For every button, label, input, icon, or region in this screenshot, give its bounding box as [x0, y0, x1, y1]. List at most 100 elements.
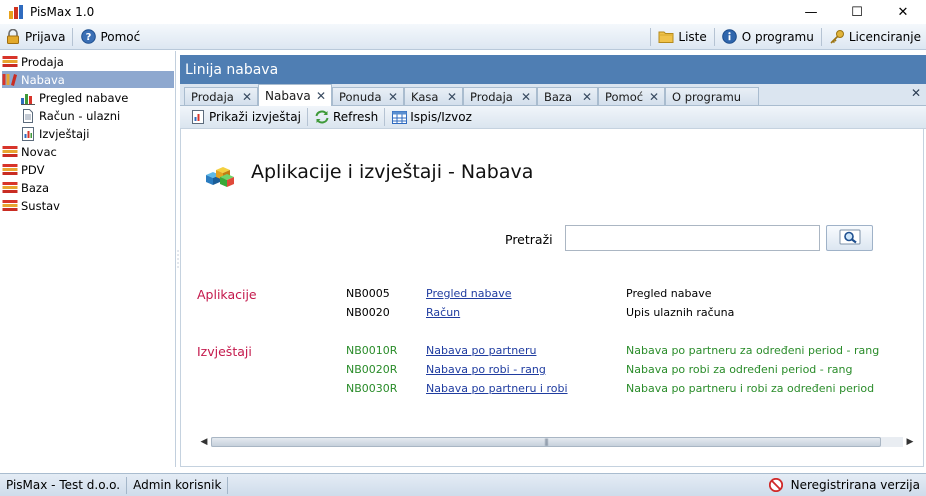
scrollbar-thumb[interactable]: ||| [211, 437, 881, 447]
sidebar-item-baza[interactable]: Baza [2, 179, 174, 196]
window-title: PisMax 1.0 [30, 5, 95, 19]
sidebar-item-novac[interactable]: Novac [2, 143, 174, 160]
toolbar-right-group: Liste O programu Licenciranje [648, 26, 926, 48]
about-button[interactable]: O programu [717, 26, 819, 48]
sidebar-item-sustav[interactable]: Sustav [2, 197, 174, 214]
cubes-icon [205, 163, 235, 187]
tab-prodaja[interactable]: Prodaja ✕ [184, 87, 258, 105]
search-label: Pretraži [505, 232, 553, 247]
sidebar-item-prodaja[interactable]: Prodaja [2, 53, 174, 70]
close-tab-icon[interactable]: ✕ [582, 90, 592, 104]
tab-label: Prodaja [470, 89, 513, 104]
report-link-nabava-po-partneru[interactable]: Nabava po partneru [426, 344, 536, 357]
maximize-button[interactable]: ☐ [834, 0, 880, 24]
sidebar-item-label: Izvještaji [39, 126, 90, 141]
status-company: PisMax - Test d.o.o. [6, 478, 121, 492]
app-link-pregled-nabave[interactable]: Pregled nabave [426, 287, 512, 300]
tab-pomoc[interactable]: Pomoć ✕ [598, 87, 665, 105]
sidebar-item-pdv[interactable]: PDV [2, 161, 174, 178]
sidebar-item-label: Nabava [21, 72, 65, 87]
report-link-nabava-po-robi[interactable]: Nabava po robi - rang [426, 363, 546, 376]
lists-label: Liste [678, 29, 707, 44]
tab-ponuda[interactable]: Ponuda ✕ [332, 87, 404, 105]
scroll-right-arrow-icon[interactable]: ▶ [903, 435, 917, 449]
refresh-label: Refresh [332, 110, 379, 124]
print-export-button[interactable]: Ispis/Izvoz [387, 107, 476, 127]
toolbar-separator [72, 27, 74, 46]
close-button[interactable]: ✕ [880, 0, 926, 24]
tab-label: Kasa [411, 89, 439, 104]
report-code: NB0020R [346, 363, 398, 376]
help-icon: ? [80, 29, 96, 45]
toolbar-separator [306, 108, 308, 126]
tab-label: Baza [544, 89, 573, 104]
no-entry-icon [768, 478, 783, 492]
search-button[interactable] [826, 225, 873, 251]
lists-button[interactable]: Liste [653, 26, 711, 48]
scroll-left-arrow-icon[interactable]: ◀ [197, 435, 211, 449]
tab-prodaja-2[interactable]: Prodaja ✕ [463, 87, 537, 105]
refresh-button[interactable]: Refresh [310, 107, 382, 127]
help-label: Pomoć [100, 29, 141, 44]
close-tab-icon[interactable]: ✕ [447, 90, 457, 104]
search-icon [839, 229, 861, 248]
sidebar-item-izvjestaji[interactable]: Izvještaji [20, 125, 174, 142]
close-tab-icon[interactable]: ✕ [521, 90, 531, 104]
svg-text:?: ? [86, 32, 92, 43]
report-code: NB0010R [346, 344, 398, 357]
report-icon [20, 126, 36, 141]
sidebar-item-label: Novac [21, 144, 57, 159]
registration-label: Neregistrirana verzija [790, 478, 920, 492]
close-tab-icon[interactable]: ✕ [316, 89, 326, 103]
scrollbar-track[interactable]: ||| [211, 437, 903, 447]
close-tab-icon[interactable]: ✕ [388, 90, 398, 104]
minimize-button[interactable]: — [788, 0, 834, 24]
toolbar-separator [384, 108, 386, 126]
folder-icon [658, 29, 674, 45]
sidebar-item-label: Račun - ulazni [39, 108, 121, 123]
tab-label: O programu [672, 89, 742, 104]
report-description: Nabava po robi za određeni period - rang [626, 363, 853, 376]
report-link-nabava-po-partneru-i-robi[interactable]: Nabava po partneru i robi [426, 382, 568, 395]
books-icon [2, 163, 18, 177]
navigation-sidebar: Prodaja Nabava Pregled nabave Račun - ul… [0, 51, 176, 467]
key-icon [829, 29, 845, 45]
content-area: Aplikacije i izvještaji - Nabava Pretraž… [180, 129, 924, 467]
status-user: Admin korisnik [133, 478, 222, 492]
about-label: O programu [741, 29, 814, 44]
tab-baza[interactable]: Baza ✕ [537, 87, 598, 105]
app-link-racun[interactable]: Račun [426, 306, 460, 319]
horizontal-scrollbar[interactable]: ◀ ||| ▶ [197, 434, 917, 451]
main-toolbar: Prijava ? Pomoć Liste O programu Licenci… [0, 24, 926, 50]
close-tab-icon[interactable]: ✕ [649, 90, 659, 104]
document-icon [20, 108, 36, 123]
section-label-izvjestaji: Izvještaji [197, 344, 252, 359]
title-bar: PisMax 1.0 — ☐ ✕ [0, 0, 926, 24]
help-button[interactable]: ? Pomoć [75, 26, 145, 48]
licensing-label: Licenciranje [848, 29, 921, 44]
close-all-tabs-icon[interactable]: ✕ [911, 86, 921, 100]
close-tab-icon[interactable]: ✕ [242, 90, 252, 104]
sidebar-item-pregled-nabave[interactable]: Pregled nabave [20, 89, 174, 106]
sidebar-item-racun-ulazni[interactable]: Račun - ulazni [20, 107, 174, 124]
report-description: Nabava po partneru za određeni period - … [626, 344, 880, 357]
tab-nabava[interactable]: Nabava ✕ [258, 84, 332, 106]
section-label-aplikacije: Aplikacije [197, 287, 257, 302]
sidebar-item-nabava[interactable]: Nabava [2, 71, 174, 88]
login-button[interactable]: Prijava [0, 26, 70, 48]
chart-icon [20, 91, 36, 105]
tab-o-programu[interactable]: O programu [665, 87, 759, 105]
tab-label: Ponuda [339, 89, 382, 104]
app-code: NB0020 [346, 306, 390, 319]
report-code: NB0030R [346, 382, 398, 395]
books-icon [2, 73, 18, 87]
print-export-label: Ispis/Izvoz [410, 110, 472, 124]
sidebar-item-label: Baza [21, 180, 50, 195]
show-report-button[interactable]: Prikaži izvještaj [186, 107, 305, 127]
tab-kasa[interactable]: Kasa ✕ [404, 87, 463, 105]
tab-label: Nabava [265, 88, 311, 103]
toolbar-separator [713, 27, 715, 46]
sidebar-item-label: Prodaja [21, 54, 64, 69]
search-input[interactable] [565, 225, 820, 251]
licensing-button[interactable]: Licenciranje [824, 26, 926, 48]
